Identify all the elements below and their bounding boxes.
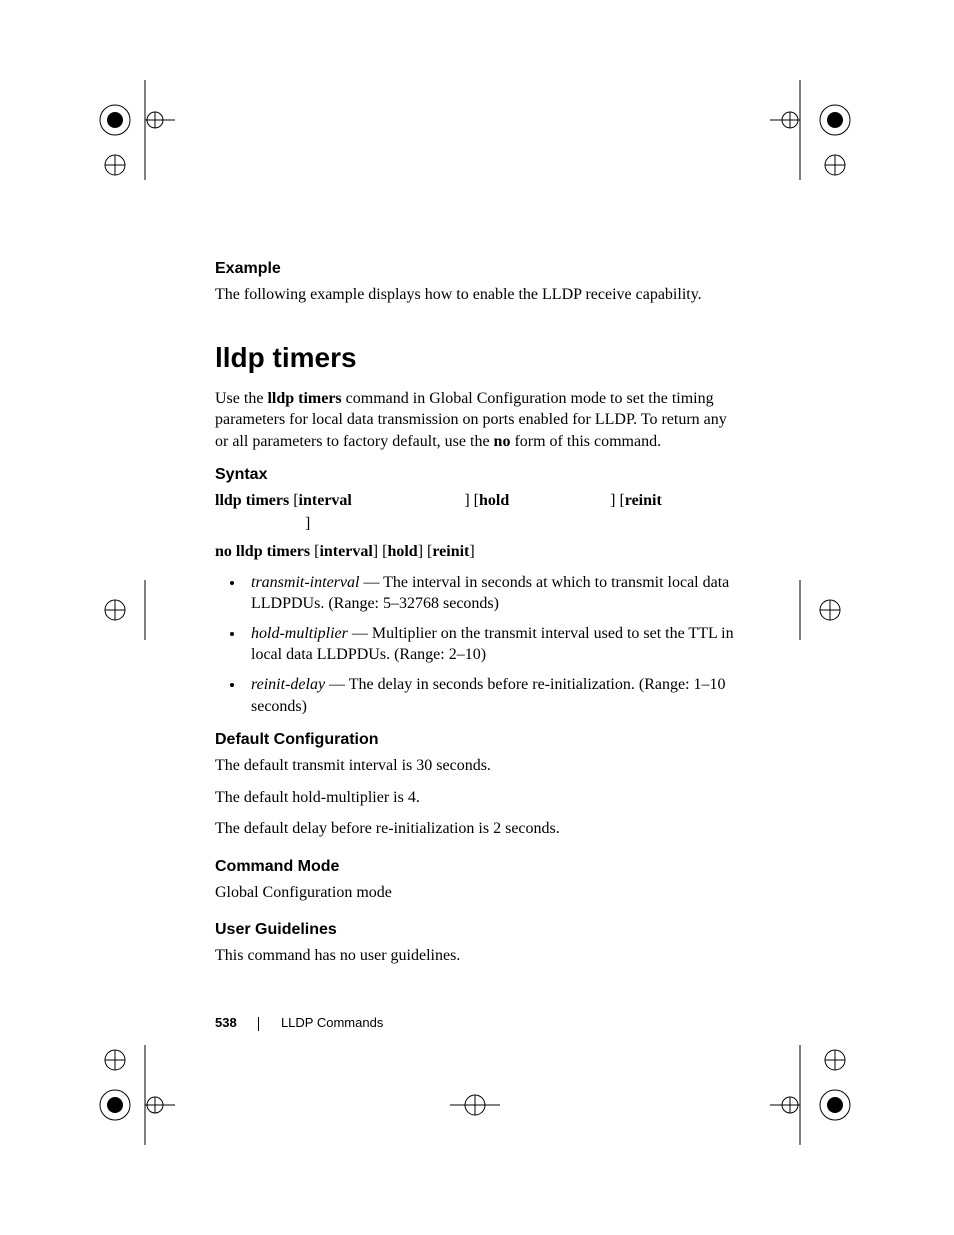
bullet-term: reinit-delay — [251, 676, 325, 693]
syntax-line-2: no lldp timers [interval] [hold] [reinit… — [215, 541, 735, 563]
syntax-hold: hold — [479, 492, 509, 509]
bullet-term: hold-multiplier — [251, 625, 348, 642]
command-title: lldp timers — [215, 342, 735, 374]
page-content: Example The following example displays h… — [215, 260, 735, 981]
command-intro: Use the lldp timers command in Global Co… — [215, 388, 735, 453]
example-text: The following example displays how to en… — [215, 284, 735, 306]
syntax-reinit: reinit — [625, 492, 662, 509]
bullet-term: transmit-interval — [251, 574, 359, 591]
crop-mark-top-right — [760, 80, 860, 180]
command-mode-heading: Command Mode — [215, 858, 735, 876]
page-footer: 538 LLDP Commands — [215, 1015, 383, 1031]
command-mode-text: Global Configuration mode — [215, 882, 735, 904]
footer-divider — [258, 1017, 259, 1031]
crop-mark-right-mid — [790, 580, 850, 640]
syntax-no-interval: interval — [319, 543, 372, 560]
crop-mark-bottom-right — [760, 1045, 860, 1145]
intro-pre: Use the — [215, 390, 267, 407]
syntax-no-reinit: reinit — [432, 543, 469, 560]
syntax-cmd: lldp timers — [215, 492, 289, 509]
crop-mark-bottom-left — [95, 1045, 175, 1145]
crop-mark-left-mid — [95, 580, 155, 640]
default-config-line: The default delay before re-initializati… — [215, 818, 735, 840]
syntax-interval: interval — [299, 492, 352, 509]
crop-mark-bottom-center — [450, 1080, 500, 1130]
intro-no: no — [494, 433, 511, 450]
user-guidelines-text: This command has no user guidelines. — [215, 945, 735, 967]
intro-cmd: lldp timers — [267, 390, 341, 407]
footer-section: LLDP Commands — [281, 1015, 383, 1030]
crop-mark-top-left — [95, 80, 175, 180]
syntax-no-cmd: no lldp timers — [215, 543, 310, 560]
syntax-bullets: transmit-interval — The interval in seco… — [215, 572, 735, 718]
default-config-heading: Default Configuration — [215, 731, 735, 749]
example-heading: Example — [215, 260, 735, 278]
syntax-no-hold: hold — [387, 543, 417, 560]
page-number: 538 — [215, 1015, 237, 1030]
default-config-line: The default transmit interval is 30 seco… — [215, 755, 735, 777]
bullet-item: reinit-delay — The delay in seconds befo… — [245, 674, 735, 717]
intro-post: form of this command. — [510, 433, 661, 450]
bullet-item: transmit-interval — The interval in seco… — [245, 572, 735, 615]
user-guidelines-heading: User Guidelines — [215, 921, 735, 939]
bullet-item: hold-multiplier — Multiplier on the tran… — [245, 623, 735, 666]
syntax-heading: Syntax — [215, 466, 735, 484]
default-config-line: The default hold-multiplier is 4. — [215, 787, 735, 809]
syntax-line-1: lldp timers [interval transmit-interval]… — [215, 490, 735, 535]
